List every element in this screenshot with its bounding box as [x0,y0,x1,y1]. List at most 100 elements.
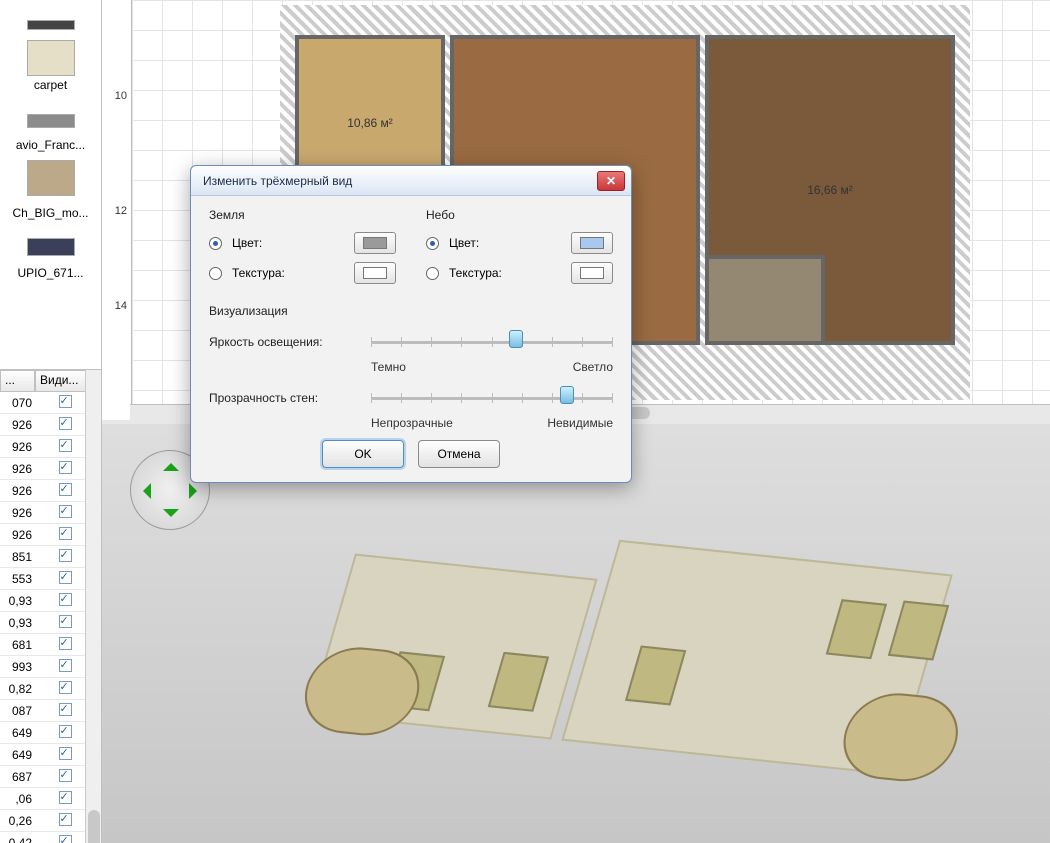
house-3d-model [291,513,942,834]
ok-button[interactable]: OK [322,440,404,468]
sky-header: Небо [426,208,613,222]
visibility-checkbox[interactable] [59,483,72,496]
vertical-ruler: 10 12 14 [102,0,132,420]
visibility-checkbox[interactable] [59,835,72,843]
ground-texture-label: Текстура: [232,266,285,280]
visibility-checkbox[interactable] [59,637,72,650]
sky-color-label: Цвет: [449,236,479,250]
table-cell-value: 070 [0,396,35,410]
table-cell-value: 0,93 [0,594,35,608]
table-cell-value: 926 [0,484,35,498]
catalog-item[interactable] [0,0,101,36]
sky-color-radio[interactable] [426,237,439,250]
transparency-left-label: Непрозрачные [371,416,453,430]
visibility-checkbox[interactable] [59,725,72,738]
ruler-mark: 10 [115,90,127,102]
brightness-left-label: Темно [371,360,406,374]
dialog-titlebar[interactable]: Изменить трёхмерный вид ✕ [191,166,631,196]
brightness-right-label: Светло [573,360,613,374]
visibility-checkbox[interactable] [59,615,72,628]
visibility-checkbox[interactable] [59,395,72,408]
catalog-item[interactable]: avio_Franc... [0,134,101,156]
modify-3d-view-dialog: Изменить трёхмерный вид ✕ Земля Цвет: Те… [190,165,632,483]
visibility-checkbox[interactable] [59,417,72,430]
visibility-checkbox[interactable] [59,747,72,760]
ground-color-label: Цвет: [232,236,262,250]
cancel-button[interactable]: Отмена [418,440,500,468]
visibility-checkbox[interactable] [59,571,72,584]
table-cell-value: 851 [0,550,35,564]
catalog-item[interactable] [0,224,101,262]
table-cell-value: 926 [0,528,35,542]
visibility-checkbox[interactable] [59,549,72,562]
ground-color-button[interactable] [354,232,396,254]
brightness-slider-thumb[interactable] [509,330,523,348]
object-table-panel: ... Види... 0709269269269269269268515530… [0,370,102,843]
table-cell-value: 553 [0,572,35,586]
visibility-checkbox[interactable] [59,527,72,540]
visibility-checkbox[interactable] [59,681,72,694]
table-cell-value: 0,26 [0,814,35,828]
brightness-label: Яркость освещения: [209,335,359,349]
table-cell-value: 0,93 [0,616,35,630]
catalog-item[interactable]: carpet [0,36,101,96]
table-cell-value: 0,42 [0,836,35,843]
sky-color-button[interactable] [571,232,613,254]
visibility-checkbox[interactable] [59,791,72,804]
table-cell-value: 926 [0,462,35,476]
visibility-checkbox[interactable] [59,813,72,826]
room-area-label: 16,66 м² [807,183,853,197]
sky-texture-label: Текстура: [449,266,502,280]
catalog-item[interactable]: Ch_BIG_mo... [0,202,101,224]
transparency-slider[interactable] [371,384,613,412]
ruler-mark: 12 [115,205,127,217]
nav-right-icon[interactable] [189,483,205,499]
ground-texture-radio[interactable] [209,267,222,280]
visibility-checkbox[interactable] [59,439,72,452]
sky-texture-button[interactable] [571,262,613,284]
visibility-checkbox[interactable] [59,505,72,518]
room[interactable] [705,255,825,345]
visibility-checkbox[interactable] [59,461,72,474]
table-cell-value: 687 [0,770,35,784]
transparency-label: Прозрачность стен: [209,391,359,405]
table-cell-value: 649 [0,748,35,762]
ground-texture-button[interactable] [354,262,396,284]
table-cell-value: 926 [0,418,35,432]
ruler-mark: 14 [115,300,127,312]
dialog-close-button[interactable]: ✕ [597,171,625,191]
visibility-checkbox[interactable] [59,703,72,716]
nav-down-icon[interactable] [163,509,179,525]
nav-up-icon[interactable] [163,455,179,471]
table-cell-value: 926 [0,440,35,454]
table-vertical-scrollbar[interactable] [85,370,101,843]
visibility-checkbox[interactable] [59,769,72,782]
visibility-checkbox[interactable] [59,593,72,606]
table-cell-value: 681 [0,638,35,652]
ground-header: Земля [209,208,396,222]
furniture-catalog-panel: carpet avio_Franc... Ch_BIG_mo... UPIO_6… [0,0,102,370]
sky-texture-radio[interactable] [426,267,439,280]
transparency-slider-thumb[interactable] [560,386,574,404]
brightness-slider[interactable] [371,328,613,356]
table-cell-value: 926 [0,506,35,520]
table-cell-value: 087 [0,704,35,718]
table-cell-value: 0,82 [0,682,35,696]
3d-view[interactable] [102,424,1050,843]
table-cell-value: ,06 [0,792,35,806]
catalog-item[interactable] [0,156,101,202]
dialog-title-text: Изменить трёхмерный вид [203,174,352,188]
table-cell-value: 649 [0,726,35,740]
visualization-header: Визуализация [209,304,613,318]
transparency-right-label: Невидимые [547,416,613,430]
catalog-item[interactable]: UPIO_671... [0,262,101,284]
table-cell-value: 993 [0,660,35,674]
table-col1-header[interactable]: ... [0,370,35,392]
ground-color-radio[interactable] [209,237,222,250]
sky-options-group: Небо Цвет: Текстура: [426,208,613,292]
nav-left-icon[interactable] [135,483,151,499]
catalog-item[interactable] [0,96,101,134]
room-area-label: 10,86 м² [347,116,393,130]
visibility-checkbox[interactable] [59,659,72,672]
ground-options-group: Земля Цвет: Текстура: [209,208,396,292]
